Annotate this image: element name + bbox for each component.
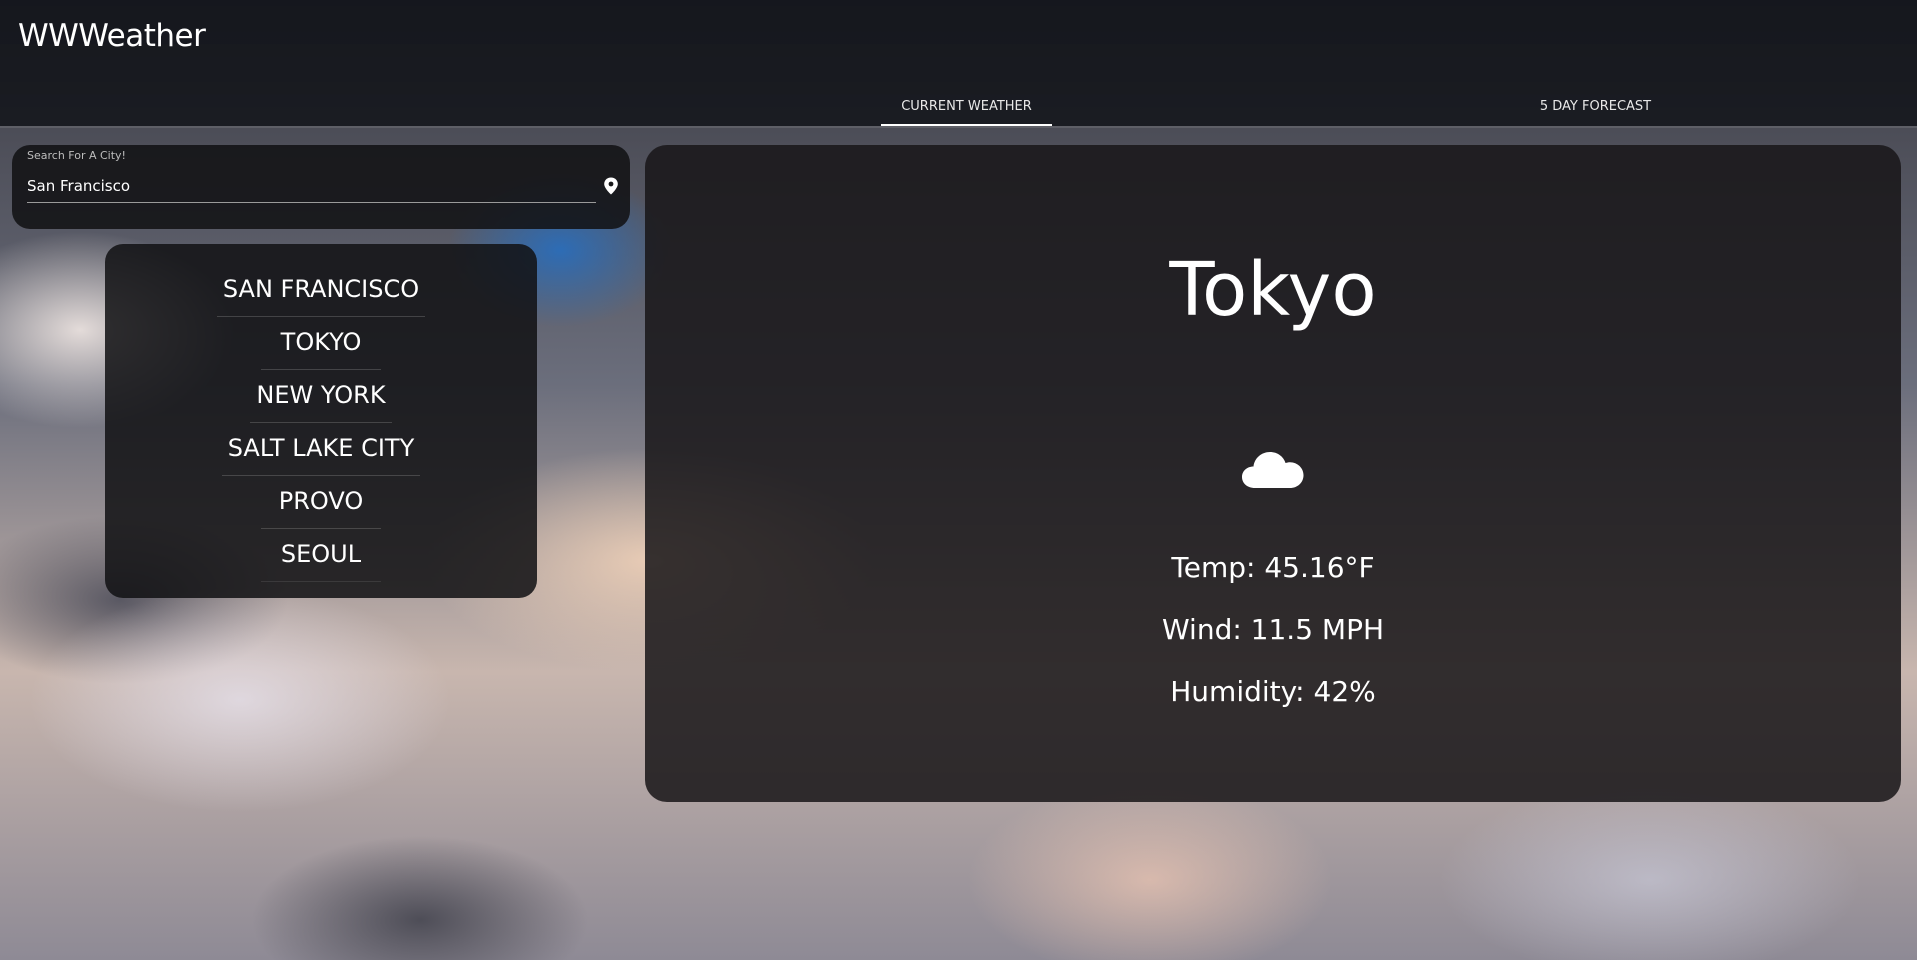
map-pin-icon (604, 177, 618, 195)
saved-cities-list: SAN FRANCISCO TOKYO NEW YORK SALT LAKE C… (105, 244, 537, 598)
city-item-new-york[interactable]: NEW YORK (250, 370, 392, 423)
current-weather-card: Tokyo Temp: 45.16°F Wind: 11.5 MPH Humid… (645, 145, 1901, 802)
city-item-seoul[interactable]: SEOUL (261, 529, 381, 582)
city-item-tokyo[interactable]: TOKYO (261, 317, 381, 370)
city-search-input[interactable] (27, 169, 596, 203)
cloud-icon (1242, 452, 1304, 488)
location-button[interactable] (598, 173, 624, 199)
tab-5-day-forecast[interactable]: 5 DAY FORECAST (1510, 88, 1681, 126)
app-title: WWWeather (18, 18, 206, 54)
current-city-name: Tokyo (1169, 247, 1377, 333)
app-header: WWWeather CURRENT WEATHER 5 DAY FORECAST (0, 0, 1917, 128)
tab-current-weather[interactable]: CURRENT WEATHER (881, 88, 1052, 126)
wind-text: Wind: 11.5 MPH (1161, 613, 1385, 646)
search-card: Search For A City! (12, 145, 630, 229)
temperature-text: Temp: 45.16°F (1171, 551, 1375, 584)
city-item-provo[interactable]: PROVO (261, 476, 381, 529)
humidity-text: Humidity: 42% (1170, 675, 1376, 708)
search-label: Search For A City! (27, 149, 126, 162)
city-item-salt-lake-city[interactable]: SALT LAKE CITY (221, 423, 421, 476)
city-item-san-francisco[interactable]: SAN FRANCISCO (216, 264, 426, 317)
